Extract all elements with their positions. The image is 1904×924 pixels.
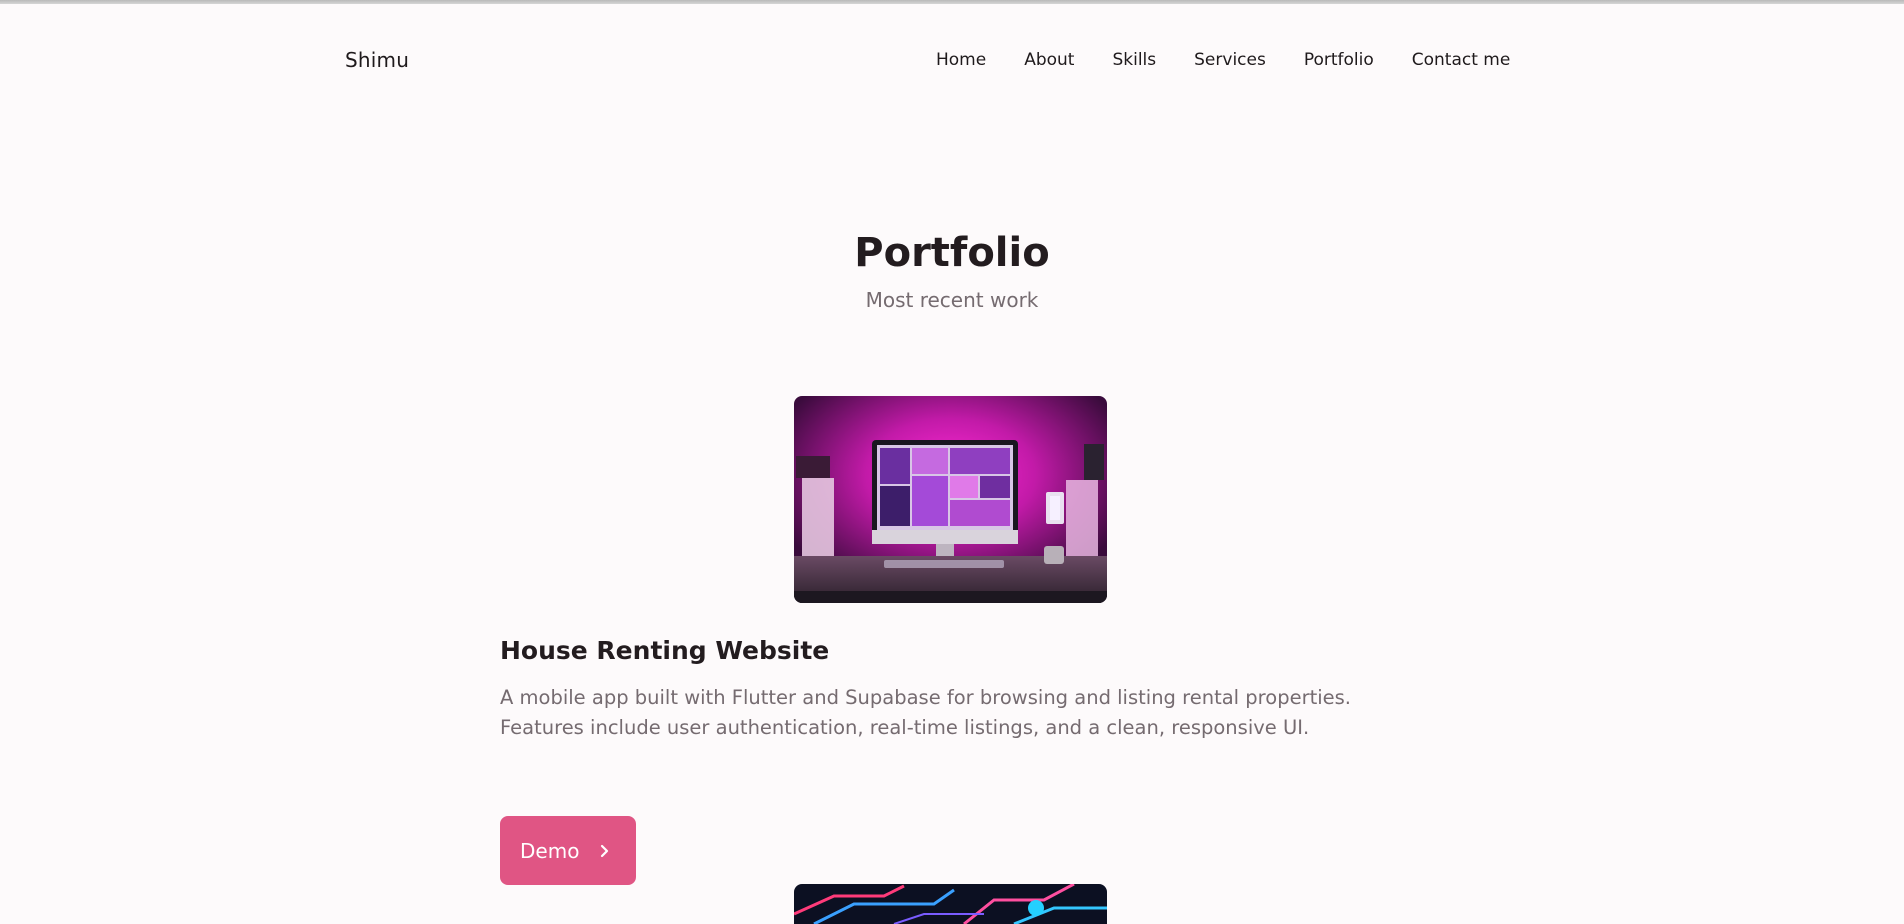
- project-image-2: [794, 884, 1107, 924]
- project-description-line-1: A mobile app built with Flutter and Supa…: [500, 686, 1352, 709]
- chevron-right-icon: [599, 839, 611, 863]
- nav-about-link[interactable]: About: [1024, 50, 1074, 70]
- nav-skills-link[interactable]: Skills: [1112, 50, 1156, 70]
- demo-button-label: Demo: [520, 838, 580, 863]
- nav-services-link[interactable]: Services: [1194, 50, 1266, 70]
- main-nav: Home About Skills Services Portfolio Con…: [936, 50, 1510, 70]
- nav-contact-link[interactable]: Contact me: [1412, 50, 1511, 70]
- section-subtitle: Most recent work: [865, 288, 1039, 312]
- project-title: House Renting Website: [500, 636, 830, 665]
- project-image: [794, 396, 1107, 603]
- nav-home-link[interactable]: Home: [936, 50, 986, 70]
- project-description: A mobile app built with Flutter and Supa…: [500, 683, 1420, 743]
- site-header: Shimu Home About Skills Services Portfol…: [0, 4, 1904, 116]
- demo-button[interactable]: Demo: [500, 816, 636, 885]
- site-logo[interactable]: Shimu: [345, 48, 409, 72]
- section-title: Portfolio: [854, 230, 1050, 276]
- nav-portfolio-link[interactable]: Portfolio: [1304, 50, 1374, 70]
- project-description-line-2: Features include user authentication, re…: [500, 716, 1310, 739]
